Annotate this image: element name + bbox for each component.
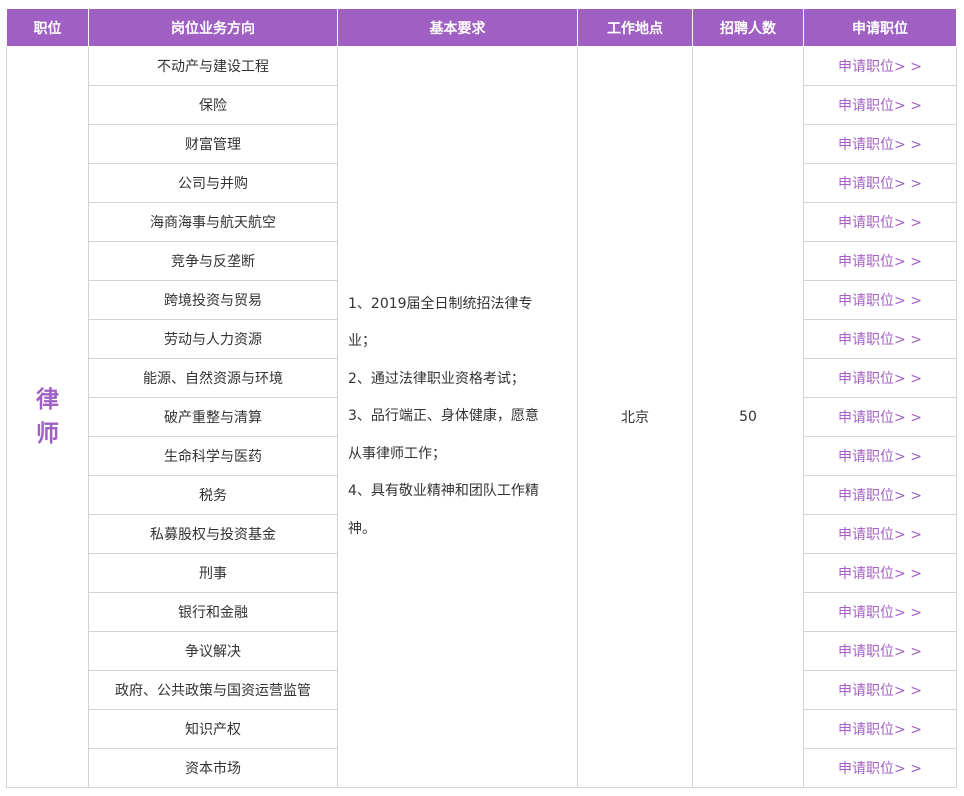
business-direction: 刑事 (88, 553, 338, 593)
apply-link[interactable]: 申请职位> > (838, 332, 922, 348)
header-headcount: 招聘人数 (692, 9, 804, 47)
apply-link[interactable]: 申请职位> > (838, 722, 922, 738)
job-table: 职位 岗位业务方向 基本要求 工作地点 招聘人数 申请职位 律师不动产与建设工程… (6, 9, 957, 788)
business-direction: 公司与并购 (88, 163, 338, 203)
apply-cell[interactable]: 申请职位> > (803, 46, 957, 86)
business-direction: 资本市场 (88, 748, 338, 788)
apply-cell[interactable]: 申请职位> > (803, 592, 957, 632)
apply-cell[interactable]: 申请职位> > (803, 202, 957, 242)
apply-cell[interactable]: 申请职位> > (803, 85, 957, 125)
business-direction: 不动产与建设工程 (88, 46, 338, 86)
requirement-line: 业； (348, 333, 376, 350)
apply-link[interactable]: 申请职位> > (838, 566, 922, 582)
apply-link[interactable]: 申请职位> > (838, 488, 922, 504)
business-direction: 保险 (88, 85, 338, 125)
header-requirements: 基本要求 (337, 9, 578, 47)
requirement-line: 3、品行端正、身体健康，愿意 (348, 408, 539, 425)
header-apply: 申请职位 (803, 9, 957, 47)
business-direction: 破产重整与清算 (88, 397, 338, 437)
apply-link[interactable]: 申请职位> > (838, 137, 922, 153)
apply-link[interactable]: 申请职位> > (838, 293, 922, 309)
apply-link[interactable]: 申请职位> > (838, 605, 922, 621)
business-direction: 劳动与人力资源 (88, 319, 338, 359)
header-location: 工作地点 (577, 9, 693, 47)
apply-cell[interactable]: 申请职位> > (803, 748, 957, 788)
apply-cell[interactable]: 申请职位> > (803, 709, 957, 749)
apply-link[interactable]: 申请职位> > (838, 176, 922, 192)
apply-link[interactable]: 申请职位> > (838, 98, 922, 114)
headcount: 50 (692, 46, 804, 788)
apply-link[interactable]: 申请职位> > (838, 761, 922, 777)
business-direction: 跨境投资与贸易 (88, 280, 338, 320)
business-direction: 政府、公共政策与国资运营监管 (88, 670, 338, 710)
business-direction: 竞争与反垄断 (88, 241, 338, 281)
business-direction: 银行和金融 (88, 592, 338, 632)
apply-link[interactable]: 申请职位> > (838, 59, 922, 75)
requirement-line: 4、具有敬业精神和团队工作精 (348, 483, 539, 500)
apply-cell[interactable]: 申请职位> > (803, 514, 957, 554)
apply-link[interactable]: 申请职位> > (838, 683, 922, 699)
apply-link[interactable]: 申请职位> > (838, 449, 922, 465)
position-title-char: 律 (36, 387, 59, 413)
apply-link[interactable]: 申请职位> > (838, 254, 922, 270)
requirement-line: 2、通过法律职业资格考试； (348, 370, 525, 387)
table-header-row: 职位 岗位业务方向 基本要求 工作地点 招聘人数 申请职位 (6, 9, 957, 47)
apply-link[interactable]: 申请职位> > (838, 527, 922, 543)
work-location: 北京 (577, 46, 693, 788)
position-title-char: 师 (36, 421, 59, 447)
business-direction: 税务 (88, 475, 338, 515)
business-direction: 私募股权与投资基金 (88, 514, 338, 554)
apply-link[interactable]: 申请职位> > (838, 644, 922, 660)
apply-cell[interactable]: 申请职位> > (803, 670, 957, 710)
apply-cell[interactable]: 申请职位> > (803, 124, 957, 164)
apply-cell[interactable]: 申请职位> > (803, 397, 957, 437)
business-direction: 海商海事与航天航空 (88, 202, 338, 242)
apply-cell[interactable]: 申请职位> > (803, 280, 957, 320)
header-direction: 岗位业务方向 (88, 9, 338, 47)
business-direction: 知识产权 (88, 709, 338, 749)
apply-cell[interactable]: 申请职位> > (803, 358, 957, 398)
apply-cell[interactable]: 申请职位> > (803, 631, 957, 671)
apply-cell[interactable]: 申请职位> > (803, 319, 957, 359)
page: 职位 岗位业务方向 基本要求 工作地点 招聘人数 申请职位 律师不动产与建设工程… (0, 0, 964, 796)
apply-link[interactable]: 申请职位> > (838, 410, 922, 426)
position-title: 律师 (6, 46, 89, 788)
basic-requirements: 1、2019届全日制统招法律专 业； 2、通过法律职业资格考试； 3、品行端正、身体健… (337, 46, 578, 788)
business-direction: 生命科学与医药 (88, 436, 338, 476)
requirement-line: 神。 (348, 520, 376, 537)
header-position: 职位 (6, 9, 89, 47)
apply-link[interactable]: 申请职位> > (838, 215, 922, 231)
apply-cell[interactable]: 申请职位> > (803, 241, 957, 281)
business-direction: 争议解决 (88, 631, 338, 671)
apply-cell[interactable]: 申请职位> > (803, 475, 957, 515)
requirement-line: 1、2019届全日制统招法律专 (348, 295, 533, 312)
apply-cell[interactable]: 申请职位> > (803, 553, 957, 593)
apply-cell[interactable]: 申请职位> > (803, 163, 957, 203)
apply-cell[interactable]: 申请职位> > (803, 436, 957, 476)
business-direction: 能源、自然资源与环境 (88, 358, 338, 398)
business-direction: 财富管理 (88, 124, 338, 164)
table-body: 律师不动产与建设工程 1、2019届全日制统招法律专 业； 2、通过法律职业资格考试；… (6, 46, 957, 788)
apply-link[interactable]: 申请职位> > (838, 371, 922, 387)
requirement-line: 从事律师工作； (348, 445, 446, 462)
table-row: 律师不动产与建设工程 1、2019届全日制统招法律专 业； 2、通过法律职业资格考试；… (6, 46, 957, 788)
